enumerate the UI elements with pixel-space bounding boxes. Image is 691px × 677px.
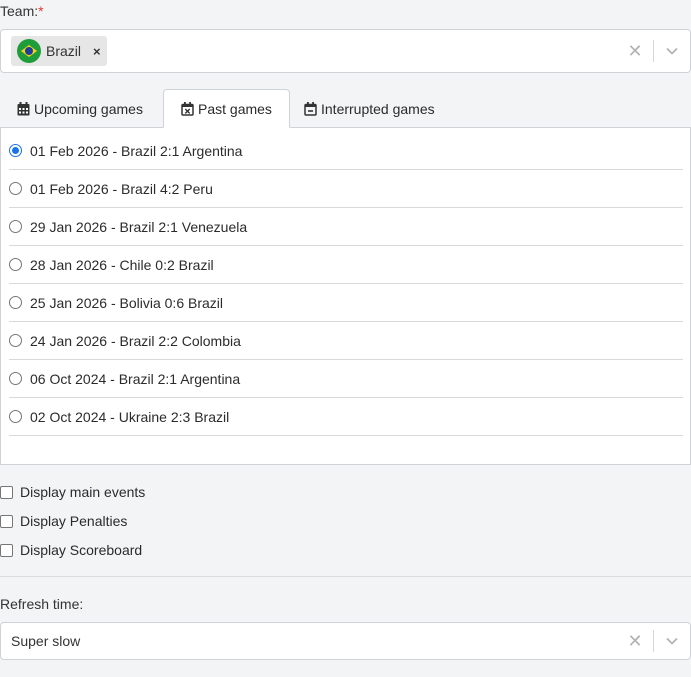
display-main-events-label: Display main events (20, 484, 146, 500)
section-divider (0, 576, 691, 577)
game-label: 01 Feb 2026 - Brazil 4:2 Peru (30, 180, 213, 197)
chevron-down-icon[interactable] (654, 637, 690, 645)
game-label: 01 Feb 2026 - Brazil 2:1 Argentina (30, 142, 243, 159)
game-option[interactable]: 29 Jan 2026 - Brazil 2:1 Venezuela (9, 208, 683, 246)
game-radio[interactable] (9, 182, 22, 195)
team-label: Team:* (0, 3, 44, 19)
display-scoreboard-option[interactable]: Display Scoreboard (0, 542, 142, 558)
required-marker: * (38, 3, 44, 19)
display-main-events-option[interactable]: Display main events (0, 484, 145, 500)
tab-past-label: Past games (198, 100, 272, 117)
game-option[interactable]: 01 Feb 2026 - Brazil 2:1 Argentina (9, 132, 683, 170)
game-label: 29 Jan 2026 - Brazil 2:1 Venezuela (30, 218, 248, 235)
game-option[interactable]: 25 Jan 2026 - Bolivia 0:6 Brazil (9, 284, 683, 322)
game-option[interactable]: 06 Oct 2024 - Brazil 2:1 Argentina (9, 360, 683, 398)
refresh-time-select[interactable]: Super slow ✕ (0, 622, 691, 660)
calendar-minus-icon (304, 101, 317, 116)
game-radio[interactable] (9, 410, 22, 423)
game-label: 02 Oct 2024 - Ukraine 2:3 Brazil (30, 408, 230, 425)
calendar-icon (17, 101, 30, 115)
game-option[interactable]: 01 Feb 2026 - Brazil 4:2 Peru (9, 170, 683, 208)
tab-past-games[interactable]: Past games (163, 89, 290, 128)
game-radio[interactable] (9, 296, 22, 309)
refresh-time-label: Refresh time: (0, 596, 84, 612)
display-penalties-label: Display Penalties (20, 513, 128, 529)
tab-interrupted-label: Interrupted games (321, 100, 435, 117)
game-radio[interactable] (9, 258, 22, 271)
brazil-flag-icon (17, 39, 41, 63)
remove-chip-icon[interactable]: × (93, 44, 101, 59)
game-option[interactable]: 28 Jan 2026 - Chile 0:2 Brazil (9, 246, 683, 284)
game-label: 28 Jan 2026 - Chile 0:2 Brazil (30, 256, 214, 273)
display-penalties-checkbox[interactable] (0, 514, 13, 528)
team-chip-brazil: Brazil × (11, 36, 107, 66)
game-option[interactable]: 02 Oct 2024 - Ukraine 2:3 Brazil (9, 398, 683, 436)
game-radio[interactable] (9, 334, 22, 347)
display-penalties-option[interactable]: Display Penalties (0, 513, 127, 529)
calendar-x-icon (181, 101, 194, 116)
game-label: 06 Oct 2024 - Brazil 2:1 Argentina (30, 370, 241, 387)
refresh-time-value: Super slow (11, 633, 81, 649)
display-main-events-checkbox[interactable] (0, 485, 13, 499)
tab-upcoming-games[interactable]: Upcoming games (0, 89, 160, 128)
game-radio[interactable] (9, 144, 22, 157)
chevron-down-icon[interactable] (654, 47, 690, 55)
team-select[interactable]: Brazil × ✕ (0, 29, 691, 73)
past-games-panel: 01 Feb 2026 - Brazil 2:1 Argentina 01 Fe… (0, 127, 691, 465)
game-radio[interactable] (9, 220, 22, 233)
tab-upcoming-label: Upcoming games (34, 100, 143, 117)
clear-team-icon[interactable]: ✕ (617, 42, 653, 60)
game-label: 24 Jan 2026 - Brazil 2:2 Colombia (30, 332, 241, 349)
game-label: 25 Jan 2026 - Bolivia 0:6 Brazil (30, 294, 223, 311)
team-chip-label: Brazil (46, 43, 82, 59)
game-option[interactable]: 24 Jan 2026 - Brazil 2:2 Colombia (9, 322, 683, 360)
display-scoreboard-label: Display Scoreboard (20, 542, 143, 558)
tab-interrupted-games[interactable]: Interrupted games (287, 89, 452, 128)
clear-refresh-icon[interactable]: ✕ (617, 632, 653, 650)
games-tabs: Upcoming games Past games Interrupted ga… (0, 89, 691, 128)
display-scoreboard-checkbox[interactable] (0, 543, 13, 557)
game-radio[interactable] (9, 372, 22, 385)
